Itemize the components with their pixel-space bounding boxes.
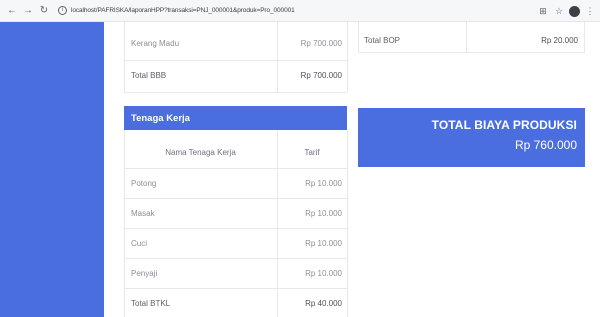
sidebar: [0, 22, 104, 317]
total-bop-value: Rp 20.000: [541, 35, 578, 45]
column-header-nama: Nama Tenaga Kerja: [165, 147, 236, 157]
total-bbb-value: Rp 700.000: [300, 70, 342, 80]
total-biaya-title: TOTAL BIAYA PRODUKSI: [431, 118, 577, 132]
table-cell-tarif: Rp 10.000: [305, 268, 342, 278]
total-btkl-label: Total BTKL: [131, 298, 171, 308]
total-bop-label: Total BOP: [364, 35, 401, 45]
table-cell-name: Cuci: [131, 238, 148, 248]
translate-icon[interactable]: ⊞: [537, 4, 549, 18]
forward-arrow-icon[interactable]: →: [22, 4, 34, 18]
total-btkl-value: Rp 40.000: [305, 298, 342, 308]
total-biaya-produksi-card: TOTAL BIAYA PRODUKSI Rp 760.000: [358, 108, 585, 167]
total-biaya-amount: Rp 760.000: [514, 138, 577, 152]
back-arrow-icon[interactable]: ←: [6, 4, 18, 18]
info-icon[interactable]: i: [58, 6, 67, 15]
table-cell-bbb-name: Kerang Madu: [131, 38, 180, 48]
menu-kebab-icon[interactable]: ⋮: [584, 4, 596, 18]
table-cell-tarif: Rp 10.000: [305, 178, 342, 188]
browser-toolbar: ← → ↻ i localhost/PAFRISKA/laporanHPP?tr…: [0, 0, 600, 22]
total-bbb-label: Total BBB: [131, 70, 167, 80]
table-cell-name: Potong: [131, 178, 157, 188]
column-header-tarif: Tarif: [304, 147, 320, 157]
bookmark-star-icon[interactable]: ☆: [553, 4, 565, 18]
tenaga-kerja-header: Tenaga Kerja: [124, 106, 347, 130]
table-cell-name: Penyaji: [131, 268, 158, 278]
table-cell-tarif: Rp 10.000: [305, 208, 342, 218]
profile-avatar[interactable]: [569, 5, 580, 17]
reload-icon[interactable]: ↻: [38, 4, 50, 18]
table-cell-tarif: Rp 10.000: [305, 238, 342, 248]
main-content: Kerang Madu Rp 700.000 Total BBB Rp 700.…: [104, 22, 600, 317]
table-cell-bbb-amount: Rp 700.000: [300, 38, 342, 48]
address-bar[interactable]: localhost/PAFRISKA/laporanHPP?transaksi=…: [71, 7, 295, 14]
table-cell-name: Masak: [131, 208, 155, 218]
